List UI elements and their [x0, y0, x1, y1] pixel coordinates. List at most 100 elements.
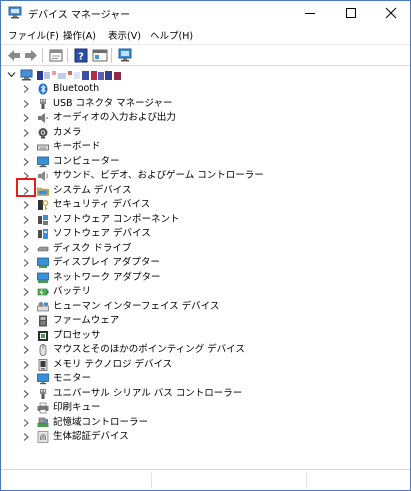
close-button[interactable]: [371, 1, 410, 25]
tree-item-label: ディスク ドライブ: [53, 242, 132, 254]
highlight-annotation: [16, 178, 36, 197]
chevron-right-icon[interactable]: [22, 142, 30, 152]
computer-root-icon: [20, 69, 33, 81]
disk-drive-icon: [37, 246, 49, 251]
title-bar[interactable]: デバイス マネージャー: [1, 1, 410, 25]
properties-icon[interactable]: [48, 48, 64, 63]
tree-item-network-adapters[interactable]: ネットワーク アダプター: [2, 271, 409, 285]
chevron-right-icon[interactable]: [22, 302, 30, 312]
tree-item-software-components[interactable]: ソフトウェア コンポーネント: [2, 213, 409, 227]
system-folder-icon: [37, 187, 49, 196]
chevron-right-icon[interactable]: [22, 331, 30, 341]
speaker-icon: [38, 113, 48, 123]
tree-item-label: ユニバーサル シリアル バス コントローラー: [53, 387, 243, 399]
toolbar-separator: [42, 48, 43, 63]
chevron-right-icon[interactable]: [22, 84, 30, 94]
tree-item-biometric[interactable]: 生体認証デバイス: [2, 430, 409, 444]
tree-item-print-queues[interactable]: 印刷キュー: [2, 401, 409, 415]
tree-item-label: ディスプレイ アダプター: [53, 257, 160, 268]
storage-controller-icon: [37, 417, 49, 427]
device-view-icon[interactable]: [92, 48, 108, 63]
tree-root-computer[interactable]: [2, 68, 409, 83]
chevron-right-icon[interactable]: [22, 157, 30, 167]
maximize-button[interactable]: [331, 1, 371, 25]
chevron-right-icon[interactable]: [22, 374, 30, 384]
tree-item-monitors[interactable]: モニター: [2, 372, 409, 386]
tree-item-usb-connector[interactable]: USB コネクタ マネージャー: [2, 97, 409, 111]
tree-item-label: ソフトウェア デバイス: [53, 228, 151, 239]
tree-item-label: USB コネクタ マネージャー: [53, 97, 173, 109]
chevron-right-icon[interactable]: [22, 273, 30, 283]
battery-icon: [37, 288, 49, 296]
help-icon[interactable]: ?: [73, 48, 89, 63]
chevron-right-icon[interactable]: [22, 128, 30, 138]
tree-item-system-devices[interactable]: システム デバイス: [2, 184, 409, 198]
tree-item-camera[interactable]: カメラ: [2, 126, 409, 140]
chevron-right-icon[interactable]: [22, 229, 30, 239]
toolbar: ?: [1, 44, 410, 66]
tree-item-security-devices[interactable]: セキュリティ デバイス: [2, 198, 409, 212]
close-icon: [385, 7, 397, 19]
tree-item-computer[interactable]: コンピューター: [2, 155, 409, 169]
usb-controller-icon: [40, 388, 46, 399]
menu-action[interactable]: 操作(A): [63, 28, 96, 42]
chevron-right-icon[interactable]: [22, 244, 30, 254]
computer-icon: [37, 156, 49, 167]
toolbar-separator: [67, 48, 68, 63]
toolbar-separator: [111, 48, 112, 63]
chevron-right-icon[interactable]: [22, 287, 30, 297]
expanded-chevron-icon[interactable]: [7, 71, 16, 79]
status-bar: [1, 469, 410, 490]
tree-item-usb-controllers[interactable]: ユニバーサル シリアル バス コントローラー: [2, 387, 409, 401]
tree-item-storage-controllers[interactable]: 記憶域コントローラー: [2, 416, 409, 430]
device-manager-app-icon: [8, 6, 22, 19]
tree-item-label: マウスとそのほかのポインティング デバイス: [53, 344, 245, 355]
menu-file[interactable]: ファイル(F): [8, 28, 59, 42]
tree-item-label: Bluetooth: [53, 83, 100, 94]
chevron-right-icon[interactable]: [22, 403, 30, 413]
tree-item-software-devices[interactable]: ソフトウェア デバイス: [2, 227, 409, 241]
tree-item-bluetooth[interactable]: Bluetooth: [2, 82, 409, 96]
chevron-right-icon[interactable]: [22, 99, 30, 109]
tree-item-firmware[interactable]: ファームウェア: [2, 314, 409, 328]
software-device-icon: [38, 229, 48, 239]
menu-help[interactable]: ヘルプ(H): [150, 28, 193, 42]
tree-item-keyboard[interactable]: キーボード: [2, 140, 409, 154]
forward-arrow-icon[interactable]: [23, 48, 39, 63]
chevron-right-icon[interactable]: [22, 316, 30, 326]
menu-bar: ファイル(F) 操作(A) 表示(V) ヘルプ(H): [1, 25, 410, 44]
monitor-scan-icon[interactable]: [117, 48, 133, 63]
tree-item-audio-io[interactable]: オーディオの入力および出力: [2, 111, 409, 125]
chevron-right-icon[interactable]: [22, 258, 30, 268]
tree-item-label: バッテリ: [53, 286, 92, 297]
monitor-icon: [37, 373, 49, 385]
tree-item-sound-video-game[interactable]: サウンド、ビデオ、およびゲーム コントローラー: [2, 169, 409, 183]
tree-item-battery[interactable]: バッテリ: [2, 285, 409, 299]
tree-item-memory-technology[interactable]: メモリ テクノロジ デバイス: [2, 358, 409, 372]
tree-item-display-adapters[interactable]: ディスプレイ アダプター: [2, 256, 409, 270]
tree-item-mouse[interactable]: マウスとそのほかのポインティング デバイス: [2, 343, 409, 357]
chevron-right-icon[interactable]: [22, 418, 30, 428]
tree-item-label: モニター: [53, 373, 92, 384]
chevron-right-icon[interactable]: [22, 113, 30, 123]
status-separator: [151, 473, 152, 488]
printer-icon: [37, 402, 49, 414]
chevron-right-icon[interactable]: [22, 360, 30, 370]
chevron-right-icon[interactable]: [22, 200, 30, 210]
minimize-button[interactable]: [290, 1, 330, 25]
tree-item-processors[interactable]: プロセッサ: [2, 329, 409, 343]
tree-item-hid[interactable]: ヒューマン インターフェイス デバイス: [2, 300, 409, 314]
chevron-right-icon[interactable]: [22, 345, 30, 355]
tree-item-label: メモリ テクノロジ デバイス: [53, 358, 173, 370]
chevron-right-icon[interactable]: [22, 432, 30, 442]
chevron-right-icon[interactable]: [22, 389, 30, 399]
tree-item-disk-drives[interactable]: ディスク ドライブ: [2, 242, 409, 256]
tree-item-label: 生体認証デバイス: [53, 431, 129, 442]
hid-icon: [37, 301, 49, 311]
menu-view[interactable]: 表示(V): [108, 28, 141, 42]
security-key-icon: [38, 200, 49, 210]
window-title: デバイス マネージャー: [28, 10, 131, 21]
display-adapter-icon: [37, 257, 49, 268]
chevron-right-icon[interactable]: [22, 215, 30, 225]
back-arrow-icon[interactable]: [6, 48, 22, 63]
